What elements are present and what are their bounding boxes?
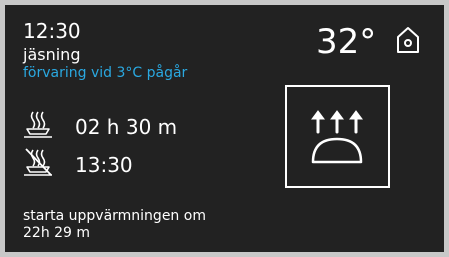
steaming-dish-icon — [23, 110, 53, 138]
temperature-display: 32° — [316, 22, 377, 62]
home-icon — [397, 27, 419, 53]
home-button[interactable] — [395, 25, 421, 55]
dough-proofing-icon — [311, 110, 363, 164]
duration-value[interactable]: 02 h 30 m — [75, 115, 177, 139]
end-time-value[interactable]: 13:30 — [75, 153, 133, 177]
clock-time: 12:30 — [23, 19, 81, 43]
program-name: jäsning — [23, 45, 81, 64]
start-heating-label: starta uppvärmningen om — [23, 208, 206, 224]
storage-status: förvaring vid 3°C pågår — [23, 65, 188, 81]
start-heating-countdown: 22h 29 m — [23, 225, 91, 241]
crossed-dish-icon — [23, 148, 53, 176]
oven-display: 12:30 jäsning förvaring vid 3°C pågår 32… — [5, 5, 444, 252]
proofing-mode-button[interactable] — [285, 85, 390, 188]
